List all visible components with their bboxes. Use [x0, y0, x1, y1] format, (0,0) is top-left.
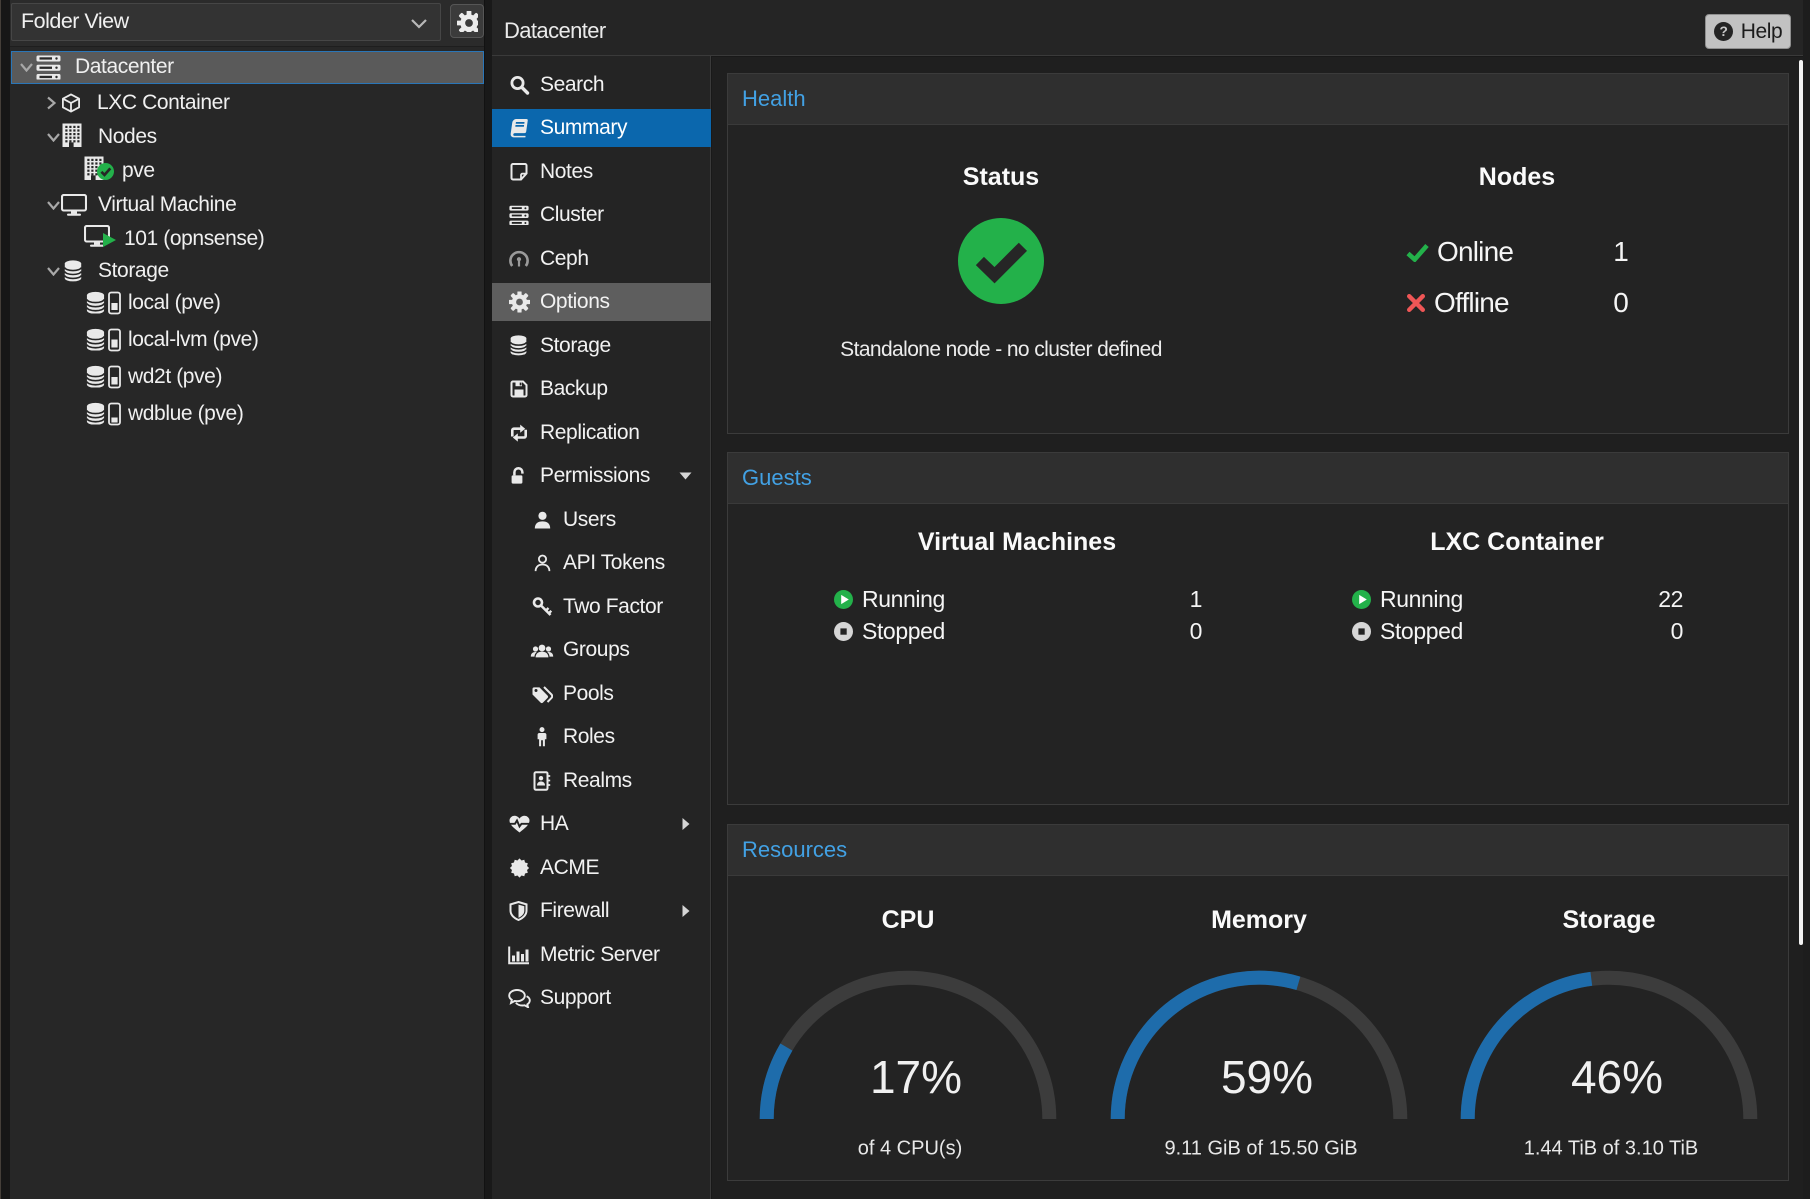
svg-text:?: ? [1719, 24, 1727, 39]
